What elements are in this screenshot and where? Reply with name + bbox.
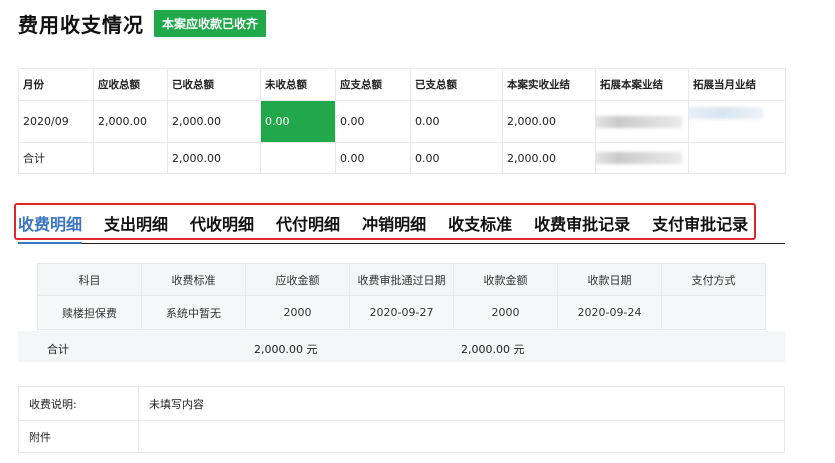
attachment-value[interactable]	[138, 420, 785, 453]
tab-expense-detail[interactable]: 支出明细	[104, 214, 168, 236]
col-fee-standard: 收费标准	[141, 263, 246, 296]
page-title: 费用收支情况	[18, 12, 144, 37]
tab-list: 收费明细 支出明细 代收明细 代付明细 冲销明细 收支标准 收费审批记录 支付审…	[18, 214, 770, 244]
tab-collection-detail[interactable]: 代收明细	[190, 214, 254, 236]
header: 费用收支情况 本案应收款已收齐	[18, 8, 267, 38]
tab-fee-approval-records[interactable]: 收费审批记录	[534, 214, 630, 236]
table-cell: 2000	[453, 295, 558, 330]
redacted-value	[689, 107, 763, 119]
tab-writeoff-detail[interactable]: 冲销明细	[362, 214, 426, 236]
unreceived-highlight-cell: 0.00	[260, 100, 336, 143]
remarks-row: 收费说明: 未填写内容	[18, 386, 785, 421]
attachment-row: 附件	[18, 420, 785, 453]
tab-payment-on-behalf-detail[interactable]: 代付明细	[276, 214, 340, 236]
col-received-date: 收款日期	[557, 263, 662, 296]
tab-receipt-detail[interactable]: 收费明细	[18, 214, 83, 244]
table-cell	[688, 142, 786, 174]
col-expand-month-performance: 拓展当月业结	[688, 68, 786, 101]
col-receivable-amount: 应收金额	[245, 263, 350, 296]
table-cell: 系统中暂无	[141, 295, 246, 330]
table-row: 赎楼担保费 系统中暂无 2000 2020-09-27 2000 2020-09…	[37, 295, 766, 330]
status-badge: 本案应收款已收齐	[154, 9, 267, 37]
table-cell: 2020/09	[18, 100, 94, 143]
table-cell: 2000	[245, 295, 350, 330]
col-paid-total: 已支总额	[410, 68, 503, 101]
blurred-cell	[595, 142, 689, 174]
table-cell: 0.00	[410, 142, 503, 174]
tab-payment-approval-records[interactable]: 支付审批记录	[652, 214, 748, 236]
col-receivable-total: 应收总额	[93, 68, 168, 101]
col-expand-case-performance: 拓展本案业结	[595, 68, 689, 101]
attachment-label: 附件	[18, 420, 139, 453]
tab-fee-standard[interactable]: 收支标准	[448, 214, 512, 236]
detail-header-row: 科目 收费标准 应收金额 收费审批通过日期 收款金额 收款日期 支付方式	[37, 263, 766, 296]
table-cell: 0.00	[335, 100, 411, 143]
total-received: 2,000.00 元	[461, 343, 525, 356]
table-cell: 2020-09-24	[557, 295, 662, 330]
col-received-amount: 收款金额	[453, 263, 558, 296]
table-cell: 2,000.00	[93, 100, 168, 143]
table-cell: 合计	[18, 142, 94, 174]
detail-total-row: 合计 2,000.00 元 2,000.00 元	[18, 331, 785, 362]
col-payable-total: 应支总额	[335, 68, 411, 101]
col-subject: 科目	[37, 263, 142, 296]
summary-table: 月份 应收总额 已收总额 未收总额 应支总额 已支总额 本案实收业结 拓展本案业…	[18, 68, 786, 174]
fee-note-label: 收费说明:	[18, 386, 139, 421]
table-cell	[260, 142, 336, 174]
col-approval-date: 收费审批通过日期	[349, 263, 454, 296]
table-cell	[93, 142, 168, 174]
col-month: 月份	[18, 68, 94, 101]
receipt-detail-table: 科目 收费标准 应收金额 收费审批通过日期 收款金额 收款日期 支付方式 赎楼担…	[37, 263, 766, 330]
table-cell: 2020-09-27	[349, 295, 454, 330]
blurred-cell	[595, 100, 689, 143]
col-payment-method: 支付方式	[661, 263, 766, 296]
table-cell	[661, 295, 766, 330]
blurred-cell	[688, 100, 786, 143]
table-cell: 赎楼担保费	[37, 295, 142, 330]
redacted-value	[596, 116, 682, 128]
table-cell: 2,000.00	[167, 142, 261, 174]
table-cell: 2,000.00	[167, 100, 261, 143]
col-case-actual-performance: 本案实收业结	[502, 68, 596, 101]
col-unreceived-total: 未收总额	[260, 68, 336, 101]
total-label: 合计	[47, 343, 69, 356]
table-row: 2020/09 2,000.00 2,000.00 0.00 0.00 0.00…	[18, 100, 786, 143]
col-received-total: 已收总额	[167, 68, 261, 101]
total-receivable: 2,000.00 元	[254, 343, 318, 356]
table-cell: 2,000.00	[502, 100, 596, 143]
table-cell: 0.00	[410, 100, 503, 143]
table-row-total: 合计 2,000.00 0.00 0.00 2,000.00	[18, 142, 786, 174]
remarks-table: 收费说明: 未填写内容 附件	[18, 386, 785, 453]
tab-underline	[18, 243, 785, 244]
redacted-value	[596, 152, 682, 164]
summary-header-row: 月份 应收总额 已收总额 未收总额 应支总额 已支总额 本案实收业结 拓展本案业…	[18, 68, 786, 101]
table-cell: 2,000.00	[502, 142, 596, 174]
table-cell: 0.00	[335, 142, 411, 174]
fee-note-value: 未填写内容	[138, 386, 785, 421]
